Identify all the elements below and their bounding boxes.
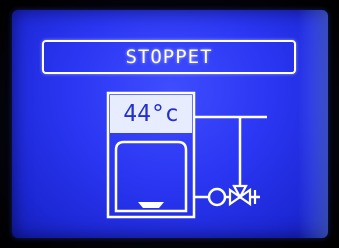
boiler-temperature-display: 44°c <box>110 95 192 133</box>
three-way-valve-icon <box>228 184 260 207</box>
boiler-temperature-value: 44°c <box>123 101 179 127</box>
pump-icon <box>207 187 230 207</box>
device-bezel: STOPPET 44°c <box>0 0 339 248</box>
lcd-screen: STOPPET 44°c <box>12 10 328 238</box>
